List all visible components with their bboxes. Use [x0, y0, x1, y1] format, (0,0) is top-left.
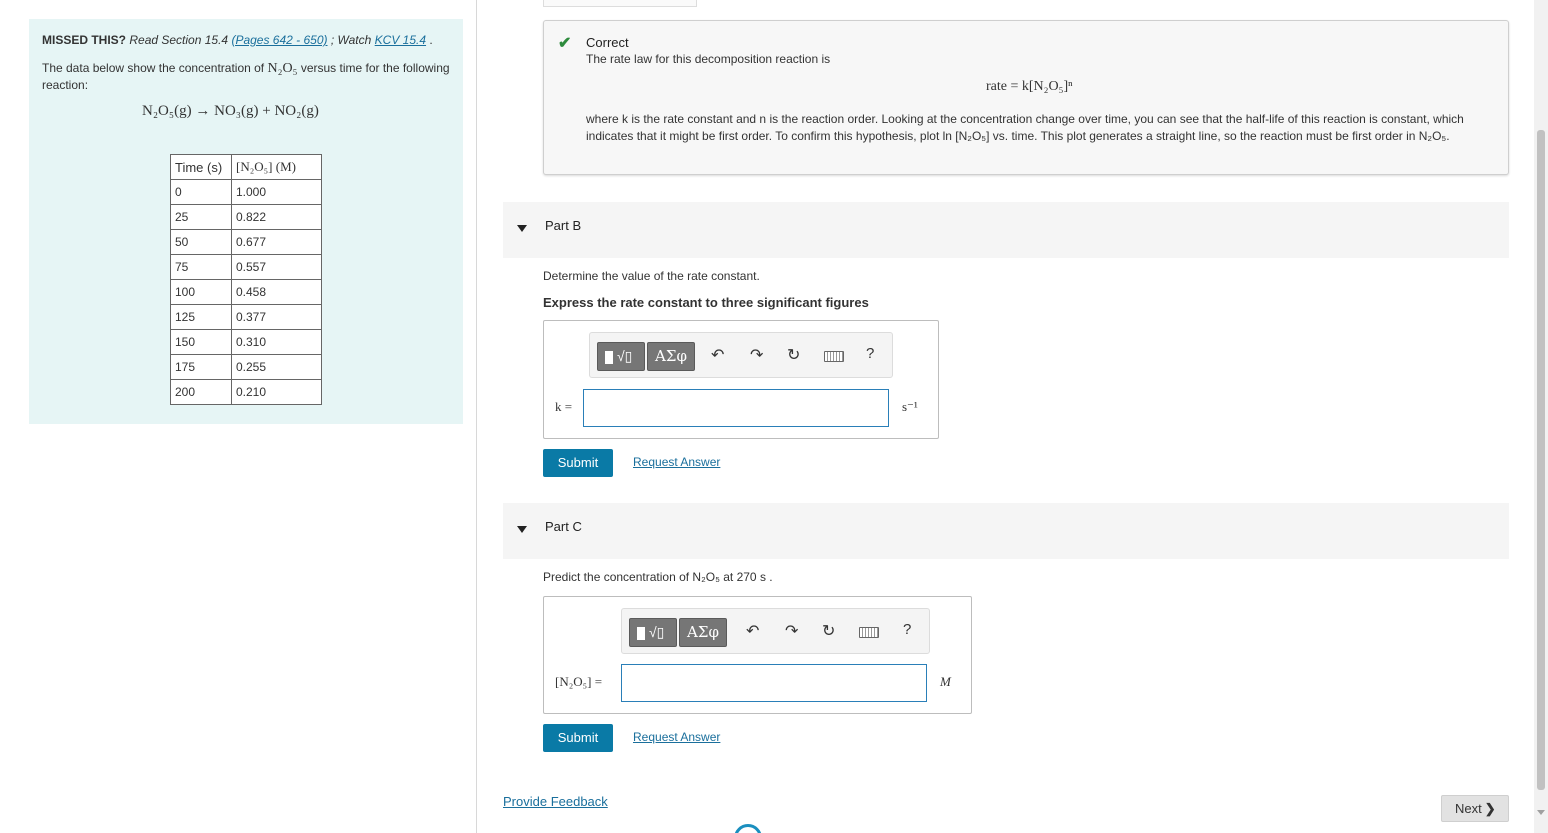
time-cell: 175	[170, 354, 232, 380]
concentration-unit: M	[940, 674, 951, 689]
time-cell: 200	[170, 379, 232, 405]
math-toolbar: √▯ ΑΣφ ↶ ↷ ↻ ?	[589, 332, 893, 378]
time-cell: 75	[170, 254, 232, 280]
concentration-cell: 0.210	[231, 379, 322, 405]
keyboard-icon[interactable]	[824, 351, 844, 362]
time-cell: 100	[170, 279, 232, 305]
missed-this-label: MISSED THIS?	[42, 33, 127, 47]
time-cell: 125	[170, 304, 232, 330]
table-row: 150 0.310	[170, 329, 322, 355]
rate-law-equation: rate = k[N₂O₅]ⁿ	[986, 79, 1073, 94]
part-c-answer-box: √▯ ΑΣφ ↶ ↷ ↻ ? [N₂O₅] = M	[543, 596, 972, 714]
concentration-cell: 0.255	[231, 354, 322, 380]
chevron-right-icon: ❯	[1484, 801, 1496, 816]
undo-icon[interactable]: ↶	[711, 345, 724, 365]
k-answer-input[interactable]	[583, 389, 889, 427]
table-row: 25 0.822	[170, 204, 322, 230]
templates-button[interactable]: √▯	[629, 618, 677, 647]
help-icon[interactable]: ?	[866, 345, 874, 362]
k-unit: s⁻¹	[902, 399, 918, 414]
top-tab	[543, 0, 697, 7]
species-formula: N₂O₅	[267, 61, 298, 76]
table-row: 0 1.000	[170, 179, 322, 205]
concentration-cell: 0.557	[231, 254, 322, 280]
part-b-submit-button[interactable]: Submit	[543, 449, 613, 477]
checkmark-icon: ✔	[558, 35, 572, 52]
help-icon[interactable]: ?	[903, 621, 911, 638]
templates-button[interactable]: √▯	[597, 342, 645, 371]
time-cell: 50	[170, 229, 232, 255]
intro-text: The data below show the concentration of…	[42, 61, 450, 92]
math-toolbar: √▯ ΑΣφ ↶ ↷ ↻ ?	[621, 608, 930, 654]
part-c-question: Predict the concentration of N₂O₅ at 270…	[543, 570, 773, 584]
table-row: 100 0.458	[170, 279, 322, 305]
time-cell: 0	[170, 179, 232, 205]
keyboard-icon[interactable]	[859, 627, 879, 638]
part-c-header[interactable]: Part C	[503, 503, 1509, 559]
greek-symbols-button[interactable]: ΑΣφ	[647, 342, 695, 371]
redo-icon[interactable]: ↷	[750, 345, 763, 365]
part-b-title: Part B	[545, 218, 582, 233]
concentration-cell: 0.377	[231, 304, 322, 330]
explanation-paragraph: where k is the rate constant and n is th…	[586, 112, 1464, 143]
part-c-title: Part C	[545, 519, 582, 534]
reset-icon[interactable]: ↻	[822, 621, 835, 641]
table-row: 200 0.210	[170, 379, 322, 405]
rate-law-intro: The rate law for this decomposition reac…	[586, 52, 831, 66]
scroll-down-arrow-icon[interactable]	[1537, 810, 1545, 815]
table-row: 175 0.255	[170, 354, 322, 380]
table-row: 75 0.557	[170, 254, 322, 280]
kcv-link[interactable]: KCV 15.4	[375, 33, 426, 47]
time-cell: 25	[170, 204, 232, 230]
correct-feedback-box: ✔ Correct The rate law for this decompos…	[543, 20, 1509, 175]
concentration-label: [N₂O₅] =	[555, 674, 603, 689]
concentration-table: Time (s) [N₂O₅] (M) 0 1.000 25 0.822 50 0.677…	[170, 154, 322, 405]
collapse-caret-icon[interactable]	[517, 526, 527, 533]
part-b-answer-box: √▯ ΑΣφ ↶ ↷ ↻ ? k = s⁻¹	[543, 320, 939, 439]
floating-help-icon[interactable]	[734, 824, 762, 833]
part-b-instruction: Express the rate constant to three signi…	[543, 295, 869, 310]
read-section-text: Read Section 15.4	[129, 33, 229, 47]
k-label: k =	[555, 399, 573, 414]
column-divider	[476, 0, 477, 833]
correct-title: Correct	[586, 35, 629, 50]
next-button[interactable]: Next ❯	[1441, 795, 1509, 822]
concentration-cell: 0.310	[231, 329, 322, 355]
pages-link[interactable]: (Pages 642 - 650)	[231, 33, 327, 47]
part-b-header[interactable]: Part B	[503, 202, 1509, 258]
concentration-cell: 1.000	[231, 179, 322, 205]
part-b-request-answer-link[interactable]: Request Answer	[633, 455, 720, 469]
reaction-equation: N₂O₅(g) → NO₃(g) + NO₂(g)	[142, 103, 319, 119]
reset-icon[interactable]: ↻	[787, 345, 800, 365]
collapse-caret-icon[interactable]	[517, 225, 527, 232]
time-cell: 150	[170, 329, 232, 355]
watch-text: ; Watch	[330, 33, 372, 47]
redo-icon[interactable]: ↷	[785, 621, 798, 641]
part-c-request-answer-link[interactable]: Request Answer	[633, 730, 720, 744]
table-row: 125 0.377	[170, 304, 322, 330]
missed-this-line: MISSED THIS? Read Section 15.4 (Pages 64…	[42, 33, 433, 47]
scrollbar-thumb[interactable]	[1537, 130, 1545, 790]
concentration-cell: 0.677	[231, 229, 322, 255]
part-b-question: Determine the value of the rate constant…	[543, 269, 760, 283]
part-c-submit-button[interactable]: Submit	[543, 724, 613, 752]
undo-icon[interactable]: ↶	[746, 621, 759, 641]
table-row: 50 0.677	[170, 229, 322, 255]
concentration-cell: 0.458	[231, 279, 322, 305]
concentration-answer-input[interactable]	[621, 664, 927, 702]
table-header-time: Time (s)	[170, 154, 232, 180]
greek-symbols-button[interactable]: ΑΣφ	[679, 618, 727, 647]
concentration-cell: 0.822	[231, 204, 322, 230]
vertical-scrollbar[interactable]	[1534, 0, 1548, 833]
table-header-concentration: [N₂O₅] (M)	[231, 154, 322, 180]
provide-feedback-link[interactable]: Provide Feedback	[503, 794, 608, 809]
problem-statement-panel: MISSED THIS? Read Section 15.4 (Pages 64…	[29, 19, 463, 424]
